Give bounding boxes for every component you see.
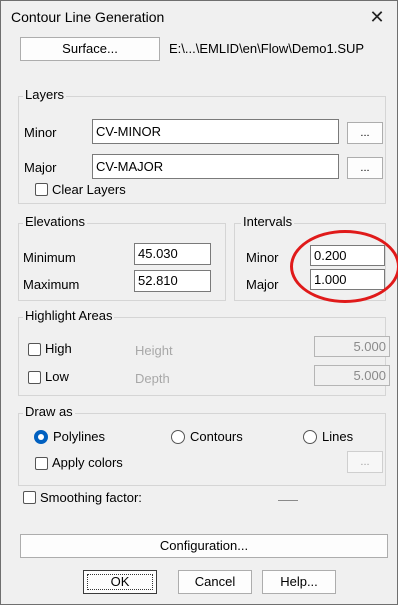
polylines-label: Polylines xyxy=(53,429,106,444)
intervals-group-label: Intervals xyxy=(241,214,295,229)
highlight-areas-group-label: Highlight Areas xyxy=(23,308,115,323)
smoothing-factor-slider[interactable] xyxy=(278,500,298,501)
contours-label: Contours xyxy=(190,429,243,444)
title-bar: Contour Line Generation ✕ xyxy=(1,1,397,33)
contour-line-generation-dialog: Contour Line Generation ✕ Surface... E:\… xyxy=(0,0,398,605)
clear-layers-checkbox[interactable] xyxy=(35,183,48,196)
layers-minor-browse-button[interactable]: ... xyxy=(347,122,383,144)
height-input[interactable]: 5.000 xyxy=(314,336,390,357)
ok-focus-rect xyxy=(87,574,153,590)
highlight-low-label: Low xyxy=(45,369,69,384)
layers-major-browse-button[interactable]: ... xyxy=(347,157,383,179)
draw-as-group xyxy=(18,413,386,486)
close-icon[interactable]: ✕ xyxy=(357,1,397,33)
depth-input[interactable]: 5.000 xyxy=(314,365,390,386)
cancel-button[interactable]: Cancel xyxy=(178,570,252,594)
layers-major-label: Major xyxy=(24,160,57,175)
elevations-group-label: Elevations xyxy=(23,214,87,229)
apply-colors-label: Apply colors xyxy=(52,455,123,470)
highlight-low-checkbox[interactable] xyxy=(28,371,41,384)
elevation-minimum-input[interactable]: 45.030 xyxy=(134,243,211,265)
height-label: Height xyxy=(135,343,173,358)
ok-button[interactable]: OK xyxy=(83,570,157,594)
help-button[interactable]: Help... xyxy=(262,570,336,594)
lines-radio[interactable] xyxy=(303,430,317,444)
red-annotation-circle xyxy=(290,230,398,303)
layers-minor-input[interactable]: CV-MINOR xyxy=(92,119,339,144)
highlight-high-label: High xyxy=(45,341,72,356)
layers-minor-label: Minor xyxy=(24,125,57,140)
layers-major-input[interactable]: CV-MAJOR xyxy=(92,154,339,179)
apply-colors-checkbox[interactable] xyxy=(35,457,48,470)
clear-layers-label: Clear Layers xyxy=(52,182,126,197)
elevation-maximum-input[interactable]: 52.810 xyxy=(134,270,211,292)
smoothing-factor-checkbox[interactable] xyxy=(23,491,36,504)
interval-minor-label: Minor xyxy=(246,250,279,265)
dialog-title: Contour Line Generation xyxy=(11,9,165,25)
configuration-button[interactable]: Configuration... xyxy=(20,534,388,558)
surface-path: E:\...\EMLID\en\Flow\Demo1.SUP xyxy=(169,41,365,56)
elevation-minimum-label: Minimum xyxy=(23,250,76,265)
smoothing-factor-label: Smoothing factor: xyxy=(40,490,142,505)
polylines-radio[interactable] xyxy=(34,430,48,444)
depth-label: Depth xyxy=(135,371,170,386)
interval-major-label: Major xyxy=(246,277,279,292)
layers-group-label: Layers xyxy=(23,87,67,102)
surface-button[interactable]: Surface... xyxy=(20,37,160,61)
elevation-maximum-label: Maximum xyxy=(23,277,80,292)
highlight-high-checkbox[interactable] xyxy=(28,343,41,356)
draw-as-group-label: Draw as xyxy=(23,404,75,419)
lines-label: Lines xyxy=(322,429,354,444)
apply-colors-browse-button[interactable]: ... xyxy=(347,451,383,473)
contours-radio[interactable] xyxy=(171,430,185,444)
